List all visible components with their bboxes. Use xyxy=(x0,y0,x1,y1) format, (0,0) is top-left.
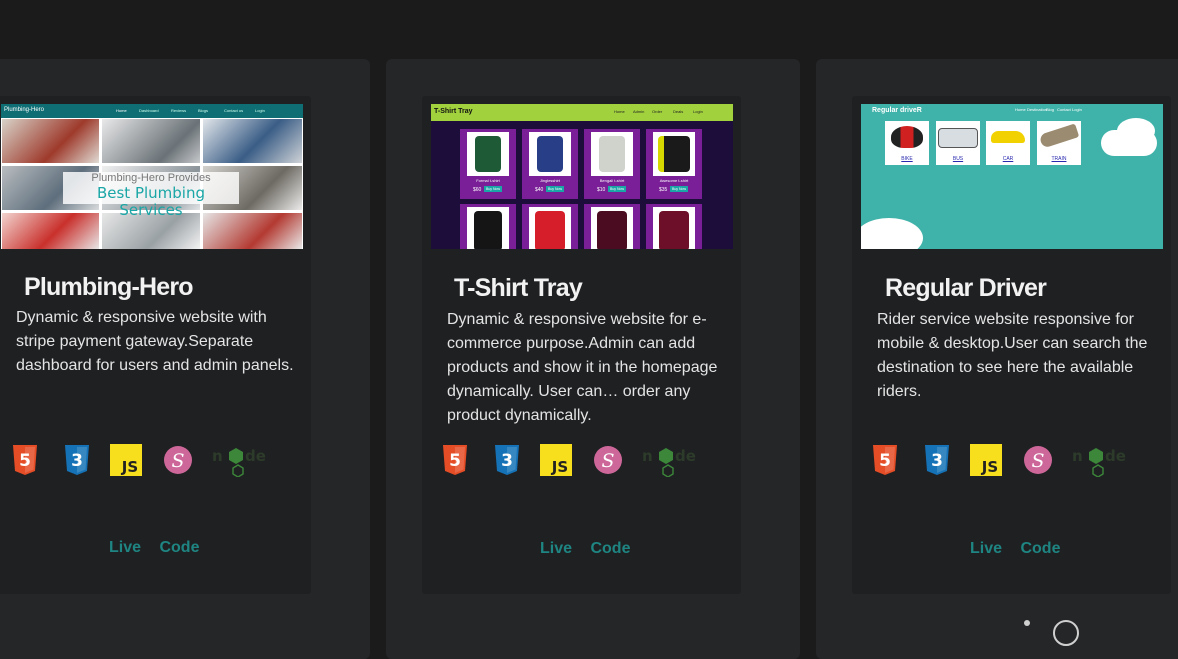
code-link[interactable]: Code xyxy=(590,540,630,557)
nodejs-icon: n de xyxy=(642,443,696,478)
html5-icon: 5 xyxy=(8,443,42,477)
thumb-product-card: Jinglesshirt $40 Buy Now xyxy=(522,129,578,199)
thumb-product-card xyxy=(522,204,578,249)
thumb-nav-item: Contact xyxy=(1057,107,1071,112)
project-card-tshirt-tray: T-Shirt Tray Home Admin Order Deals Logi… xyxy=(422,96,741,594)
project-links: Live Code xyxy=(970,540,1074,558)
svg-text:n: n xyxy=(1072,447,1083,465)
project-card-plumbing-hero: Plumbing-Hero Home Dashboard Reviews Blo… xyxy=(0,96,311,594)
thumb-brand: T-Shirt Tray xyxy=(434,108,473,115)
svg-text:JS: JS xyxy=(981,458,998,476)
thumb-nav-item: Home xyxy=(614,109,625,114)
thumb-nav-item: Login xyxy=(255,108,265,113)
tech-stack: 5 3 JS Sn de xyxy=(422,443,741,478)
svg-text:de: de xyxy=(675,447,696,465)
live-link[interactable]: Live xyxy=(109,539,141,556)
thumb-hero-overlay: Plumbing-Hero Provides Best Plumbing Ser… xyxy=(63,172,239,219)
project-links: Live Code xyxy=(540,540,644,558)
project-title: Plumbing-Hero xyxy=(24,273,194,301)
carousel-dot-active[interactable] xyxy=(1053,620,1079,646)
thumb-vehicle-card: BIKE xyxy=(885,121,929,165)
svg-text:de: de xyxy=(1105,447,1126,465)
svg-text:de: de xyxy=(245,447,266,465)
thumb-nav-item: Admin xyxy=(633,109,645,114)
project-title: T-Shirt Tray xyxy=(454,274,583,302)
thumb-product-card xyxy=(584,204,640,249)
svg-text:5: 5 xyxy=(19,451,31,471)
javascript-icon: JS xyxy=(540,443,574,477)
thumb-product-card: Awesome t-shirt $35 Buy Now xyxy=(646,129,702,199)
sass-icon: S xyxy=(592,443,626,477)
svg-text:n: n xyxy=(212,447,223,465)
thumb-nav-item: Order xyxy=(652,109,663,114)
thumb-nav-item: Home xyxy=(116,108,127,113)
svg-text:5: 5 xyxy=(879,451,891,471)
thumb-product-card: Formal t-shirt $60 Buy Now xyxy=(460,129,516,199)
svg-text:S: S xyxy=(1031,450,1044,472)
javascript-icon: JS xyxy=(970,443,1004,477)
thumb-nav-item: Deals xyxy=(673,109,684,114)
thumb-nav-item: Dashboard xyxy=(139,108,159,113)
nodejs-icon: n de xyxy=(1072,443,1126,478)
project-description: Dynamic & responsive website with stripe… xyxy=(16,309,294,374)
thumb-nav-item: Blogs xyxy=(198,108,209,113)
thumb-product-card xyxy=(460,204,516,249)
live-link[interactable]: Live xyxy=(970,540,1002,557)
code-link[interactable]: Code xyxy=(1020,540,1060,557)
javascript-icon: JS xyxy=(110,443,144,477)
thumb-brand: Plumbing-Hero xyxy=(4,107,45,113)
css3-icon: 3 xyxy=(60,443,94,477)
project-description: Rider service website responsive for mob… xyxy=(877,311,1148,400)
project-screenshot[interactable]: T-Shirt Tray Home Admin Order Deals Logi… xyxy=(431,104,733,249)
thumb-nav-item: Login xyxy=(1072,107,1082,112)
thumb-brand: Regular driveR xyxy=(872,107,922,114)
thumb-vehicle-card: TRAIN xyxy=(1037,121,1081,165)
project-screenshot[interactable]: Regular driveR Home Destination Blog Con… xyxy=(861,104,1163,249)
thumb-product-card xyxy=(646,204,702,249)
thumb-nav-item: Home xyxy=(1015,107,1026,112)
svg-text:JS: JS xyxy=(121,458,138,476)
thumb-navbar: T-Shirt Tray Home Admin Order Deals Logi… xyxy=(431,104,733,121)
project-screenshot[interactable]: Plumbing-Hero Home Dashboard Reviews Blo… xyxy=(1,104,303,249)
tech-stack: 5 3 JS Sn de xyxy=(852,443,1171,478)
thumb-navbar: Plumbing-Hero Home Dashboard Reviews Blo… xyxy=(1,104,303,118)
svg-text:n: n xyxy=(642,447,653,465)
svg-text:3: 3 xyxy=(501,451,513,471)
thumb-product-card: Bengali t-shirt $10 Buy Now xyxy=(584,129,640,199)
svg-text:S: S xyxy=(601,450,614,472)
css3-icon: 3 xyxy=(490,443,524,477)
svg-text:5: 5 xyxy=(449,451,461,471)
thumb-nav-item: Destination xyxy=(1027,107,1048,112)
thumb-nav-item: Login xyxy=(693,109,703,114)
css3-icon: 3 xyxy=(920,443,954,477)
code-link[interactable]: Code xyxy=(159,539,199,556)
project-card-regular-driver: Regular driveR Home Destination Blog Con… xyxy=(852,96,1171,594)
thumb-vehicle-card: BUS xyxy=(936,121,980,165)
thumb-vehicle-card: CAR xyxy=(986,121,1030,165)
project-title: Regular Driver xyxy=(885,274,1047,302)
svg-text:JS: JS xyxy=(551,458,568,476)
cloud-graphic xyxy=(1117,118,1155,144)
svg-text:3: 3 xyxy=(71,451,83,471)
sass-icon: S xyxy=(1022,443,1056,477)
svg-text:3: 3 xyxy=(931,451,943,471)
project-description: Dynamic & responsive website for e-comme… xyxy=(447,311,718,424)
tech-stack: 5 3 JS Sn de xyxy=(0,443,311,478)
thumb-nav-item: Reviews xyxy=(171,108,187,113)
svg-text:S: S xyxy=(171,450,184,472)
thumb-nav-item: Contact us xyxy=(224,108,244,113)
sass-icon: S xyxy=(162,443,196,477)
project-links: Live Code xyxy=(109,539,213,557)
html5-icon: 5 xyxy=(438,443,472,477)
html5-icon: 5 xyxy=(868,443,902,477)
carousel-dot[interactable] xyxy=(1024,620,1030,626)
thumb-nav-item: Blog xyxy=(1046,107,1055,112)
live-link[interactable]: Live xyxy=(540,540,572,557)
nodejs-icon: n de xyxy=(212,443,266,478)
cloud-graphic xyxy=(861,218,923,249)
